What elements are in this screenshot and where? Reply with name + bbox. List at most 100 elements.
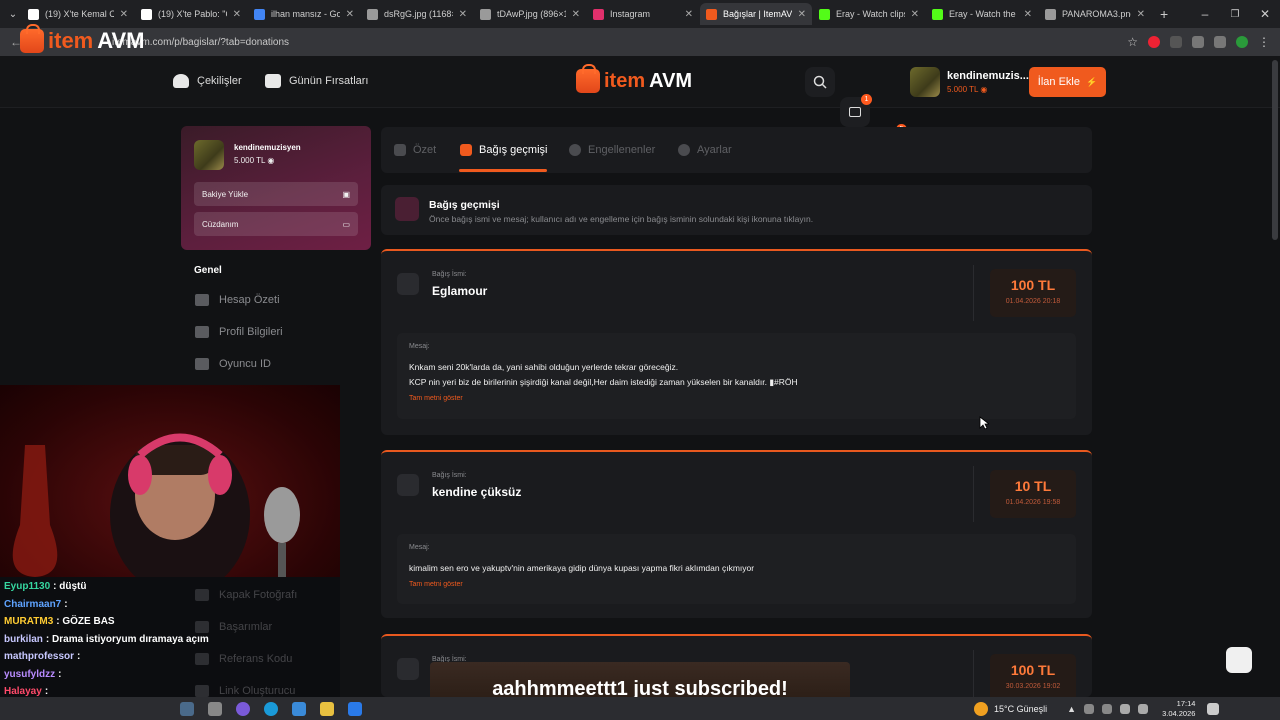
browser-tab[interactable]: tDAwP.jpg (896×1 ✕ [474,3,586,25]
trophy-icon [173,74,189,88]
profile-balance: 5.000 TL [234,156,266,165]
chat-message: yusufyldzz: [4,668,62,680]
message-box: Mesaj: Knkam seni 20k'larda da, yani sah… [397,333,1076,419]
sidebar-item[interactable]: Profil Bilgileri [195,326,283,338]
browser-tab[interactable]: (19) X'te Kemal Ca ✕ [22,3,134,25]
tray-icon[interactable] [1084,703,1095,714]
menu-icon[interactable]: ⋮ [1258,35,1270,49]
message-line: KCP nin yeri biz de birilerinin şişirdiğ… [409,377,798,387]
profile-icon[interactable] [1236,36,1248,48]
bookmark-star-icon[interactable]: ☆ [1127,35,1138,49]
user-icon[interactable] [397,474,419,496]
chat-message: MURATM3: GÖZE BAS [4,616,115,627]
close-tab-icon[interactable]: ✕ [685,9,693,20]
card-icon: ▭ [342,219,350,229]
wallet-button[interactable]: Cüzdanım ▭ [194,212,358,236]
browser-tab[interactable]: Eray - Watch the ✕ [926,3,1038,25]
task-view-icon[interactable] [208,701,222,716]
browser-tab[interactable]: dsRgG.jpg (1168× ✕ [361,3,473,25]
donation-amount: 100 TL [1010,277,1056,293]
widgets-icon[interactable] [180,701,194,716]
folder-icon[interactable] [320,701,334,716]
browser-tab[interactable]: PANAROMA3.png ✕ [1039,3,1151,25]
gamepad-icon [265,74,281,88]
close-tab-icon[interactable]: ✕ [120,9,128,20]
sidebar-item[interactable]: Oyuncu ID [195,358,271,370]
donation-card: Bağış İsmi: kendine çüksüz 10 TL 01.04.202… [381,450,1092,618]
site-header: Çekilişler Günün Fırsatları itemAVM 1 5 … [0,56,1280,157]
store-icon[interactable] [292,701,306,716]
chat-bubble-icon[interactable] [1226,647,1252,673]
app-icon[interactable] [348,701,362,716]
globe-icon [1045,8,1056,20]
close-tab-icon[interactable]: ✕ [346,9,354,20]
image-icon [480,8,491,20]
minimize-button[interactable]: – [1190,7,1220,21]
tab-search-icon[interactable]: ⌄ [4,9,22,20]
avatar[interactable] [910,67,940,97]
shopping-bag-icon [576,64,600,93]
close-tab-icon[interactable]: ✕ [798,9,806,20]
user-icon [195,326,209,338]
url-field[interactable]: itemavm.com/p/bagislar/?tab=donations [112,37,1127,48]
close-tab-icon[interactable]: ✕ [1024,9,1032,20]
lightning-icon: ⚡ [1085,76,1098,87]
cart-button[interactable]: 1 [840,94,872,127]
notification-icon[interactable] [1207,702,1220,715]
nav-gunun-firsatlari[interactable]: Günün Fırsatları [265,74,368,88]
chevron-up-icon[interactable]: ▲ [1067,704,1076,714]
windows-taskbar: 15°C Güneşli ▲ 17:14 3.04.2026 [0,697,1280,720]
volume-icon[interactable] [1138,703,1149,714]
clock[interactable]: 17:14 3.04.2026 [1162,699,1195,719]
close-tab-icon[interactable]: ✕ [572,9,580,20]
wallet-plus-icon: ▣ [342,189,350,199]
media-icon[interactable] [1214,36,1226,48]
tab-ayarlar[interactable]: Ayarlar [678,127,732,173]
tab-ozet[interactable]: Özet [394,127,436,173]
user-icon[interactable] [397,273,419,295]
add-listing-button[interactable]: İlan Ekle ⚡ [1029,67,1106,97]
user-menu[interactable]: kendinemuzis... 5.000 TL ◉ [947,70,1029,94]
chat-message: Chairmaan7: [4,598,68,610]
extension-icon[interactable] [1170,36,1182,48]
message-box: Mesaj: kimalim sen ero ve yakuptv'nin am… [397,534,1076,604]
new-tab-button[interactable]: + [1160,6,1168,22]
search-button[interactable] [805,67,835,97]
maximize-button[interactable]: ❐ [1220,9,1250,20]
eye-icon: ◉ [267,156,275,165]
weather-widget[interactable]: 15°C Güneşli [974,701,1047,716]
donation-amount: 10 TL [1014,478,1052,494]
browser-tab[interactable]: Instagram ✕ [587,3,699,25]
close-tab-icon[interactable]: ✕ [233,9,241,20]
tray-icon[interactable] [1102,703,1113,714]
site-logo[interactable]: item AVM [576,64,692,93]
load-balance-button[interactable]: Bakiye Yükle ▣ [194,182,358,206]
edge-icon[interactable] [264,701,278,716]
streamer-webcam-image [12,433,300,595]
browser-tab[interactable]: Bağışlar | ItemAVM✕ [700,3,812,25]
scrollbar[interactable] [1272,60,1278,240]
wifi-icon[interactable] [1120,703,1131,714]
tab-engellenenler[interactable]: Engellenenler [569,127,655,173]
close-window-button[interactable]: ✕ [1250,7,1280,21]
copilot-icon[interactable] [236,701,250,716]
close-tab-icon[interactable]: ✕ [459,9,467,20]
webcam-overlay [0,385,340,595]
close-tab-icon[interactable]: ✕ [911,9,919,20]
browser-tab-bar: ⌄ (19) X'te Kemal Ca ✕ (19) X'te Pablo: "Q… [0,0,1280,28]
show-full-text-link[interactable]: Tam metni göster [409,581,1064,588]
tab-bagis-gecmisi[interactable]: Bağış geçmişi [460,127,547,173]
close-tab-icon[interactable]: ✕ [1137,9,1145,20]
extension-icon[interactable] [1148,36,1160,48]
browser-tab[interactable]: (19) X'te Pablo: "Q ✕ [135,3,247,25]
extensions-puzzle-icon[interactable] [1192,36,1204,48]
browser-tab[interactable]: Eray - Watch clips ✕ [813,3,925,25]
nav-cekilisler[interactable]: Çekilişler [173,74,242,88]
show-full-text-link[interactable]: Tam metni göster [409,395,1064,402]
browser-tab[interactable]: ilhan mansız - Go ✕ [248,3,360,25]
chat-message: Halayay: [4,686,49,697]
x-logo-icon [28,8,39,20]
sidebar-item[interactable]: Hesap Özeti [195,294,280,306]
donation-date: 30.03.2026 19:02 [1005,683,1061,690]
user-icon[interactable] [397,658,419,680]
